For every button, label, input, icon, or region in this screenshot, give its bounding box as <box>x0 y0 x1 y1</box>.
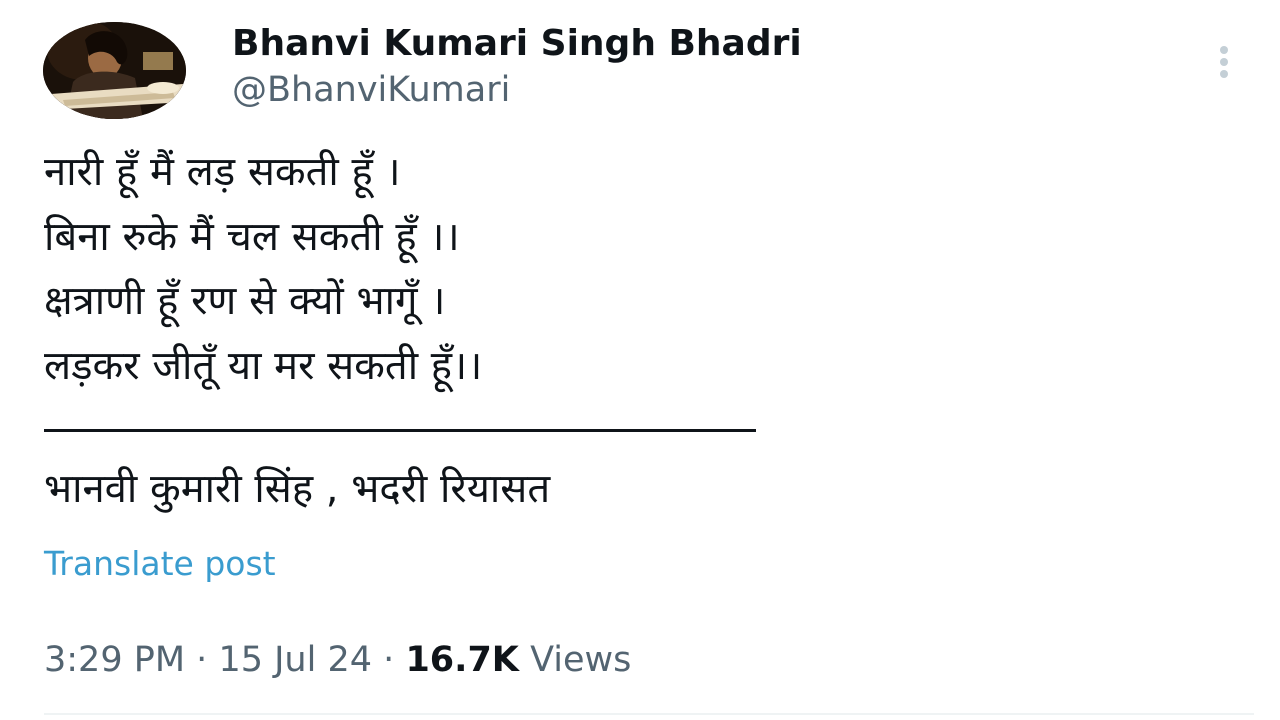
more-vertical-icon <box>1220 46 1228 78</box>
bottom-divider <box>44 713 1254 715</box>
author-display-name[interactable]: Bhanvi Kumari Singh Bhadri <box>232 20 802 68</box>
post-text: नारी हूँ मैं लड़ सकती हूँ । बिना रुके मै… <box>44 140 482 398</box>
post-time[interactable]: 3:29 PM <box>44 640 185 680</box>
post-meta: 3:29 PM · 15 Jul 24 · 16.7K Views <box>44 634 631 686</box>
avatar[interactable] <box>43 22 186 119</box>
views-count: 16.7K <box>405 640 519 680</box>
meta-separator: · <box>383 640 395 680</box>
meta-separator: · <box>196 640 208 680</box>
post-line: क्षत्राणी हूँ रण से क्यों भागूँ । <box>44 278 446 324</box>
more-options-button[interactable] <box>1204 40 1244 84</box>
author-handle[interactable]: @BhanviKumari <box>232 66 510 114</box>
tweet-card: Bhanvi Kumari Singh Bhadri @BhanviKumari… <box>0 0 1280 720</box>
post-line: लड़कर जीतूँ या मर सकती हूँ।। <box>44 342 483 389</box>
translate-post-link[interactable]: Translate post <box>44 540 276 588</box>
post-date[interactable]: 15 Jul 24 <box>218 640 372 680</box>
profile-photo-icon <box>43 22 186 119</box>
post-signature: भानवी कुमारी सिंह , भदरी रियासत <box>44 466 551 512</box>
post-line: नारी हूँ मैं लड़ सकती हूँ । <box>44 149 401 195</box>
post-line: बिना रुके मैं चल सकती हूँ ।। <box>44 213 460 260</box>
views-label: Views <box>530 640 632 680</box>
text-divider <box>44 429 756 432</box>
